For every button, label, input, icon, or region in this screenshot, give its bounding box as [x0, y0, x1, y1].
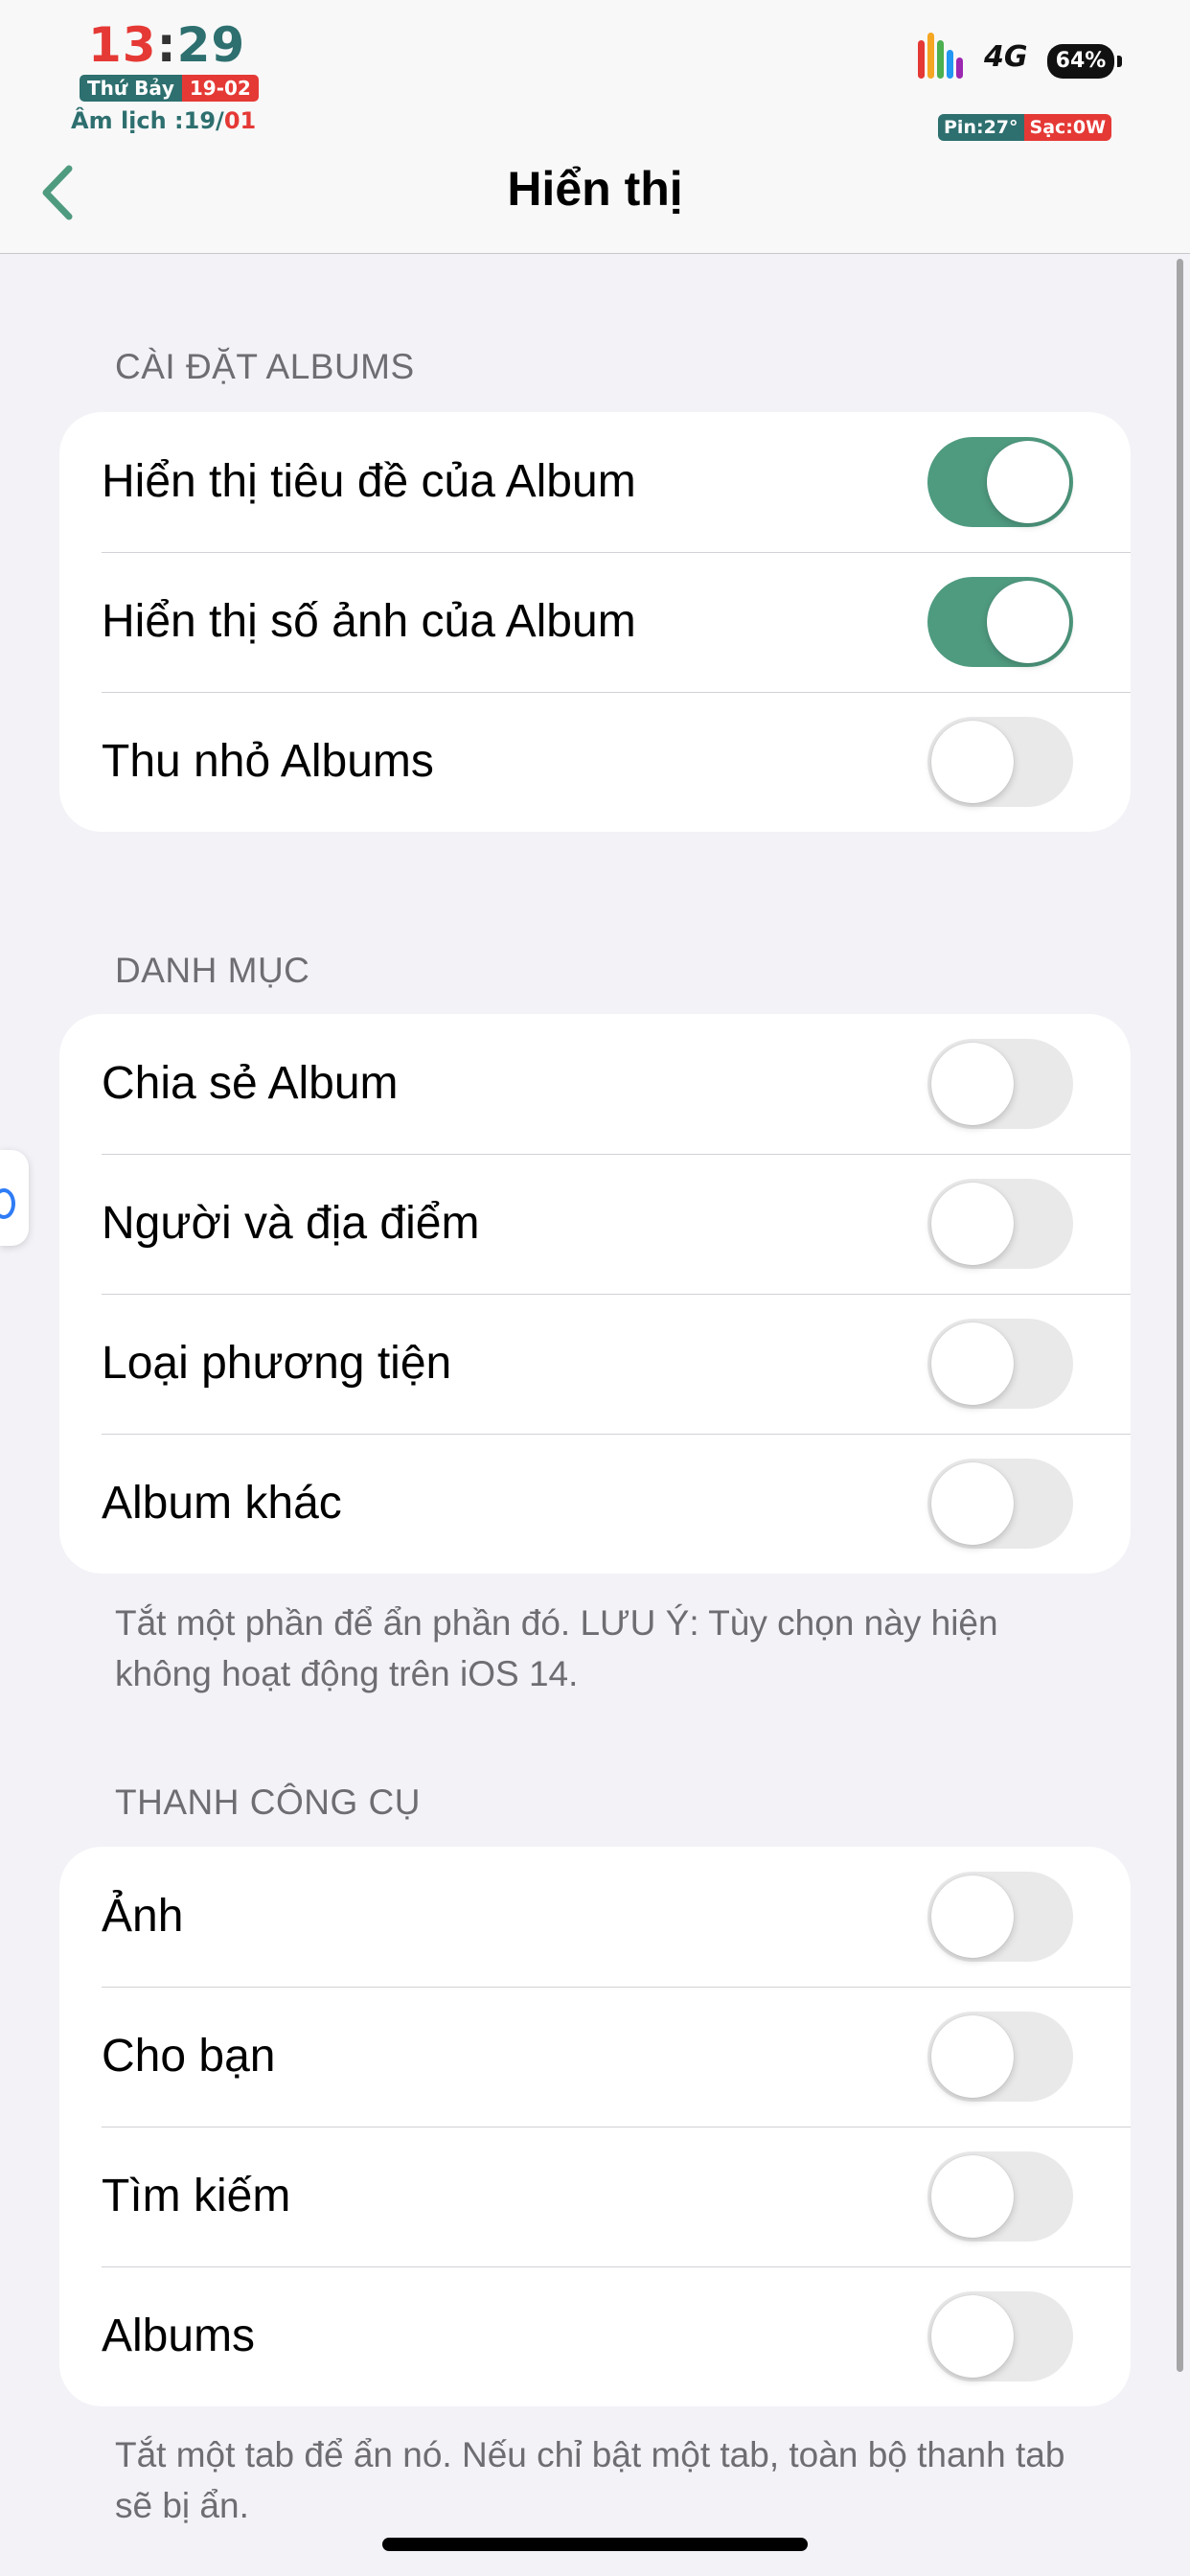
setting-row: Hiển thị tiêu đề của Album [59, 412, 1131, 552]
signal-bar [918, 40, 925, 79]
categories-footer-note: Tắt một phần để ẩn phần đó. LƯU Ý: Tùy c… [115, 1603, 998, 1693]
battery-temperature: Pin:27° [938, 114, 1024, 141]
signal-bar [937, 40, 944, 79]
clock: 13:29 [88, 17, 245, 73]
toggle-knob [931, 1183, 1014, 1265]
signal-bar [927, 33, 934, 79]
setting-label: Chia sẻ Album [102, 1058, 399, 1109]
scrollbar[interactable] [1177, 259, 1183, 2372]
section-header-categories: DANH MỤC [115, 951, 310, 990]
section-header-toolbar: THANH CÔNG CỤ [115, 1782, 421, 1822]
status-bar: 13:29 Thứ Bảy 19-02 Âm lịch :19/01 4G 64… [0, 0, 1190, 144]
setting-row: Loại phương tiện [59, 1294, 1131, 1434]
toggle-knob [987, 441, 1069, 523]
signal-bar [947, 50, 953, 79]
toggle-knob [931, 2295, 1014, 2378]
battery-info-badge: Pin:27° Sạc:0W [938, 114, 1112, 141]
weekday-label: Thứ Bảy [80, 75, 182, 102]
toggle-knob [931, 721, 1014, 803]
media-types-toggle[interactable] [927, 1319, 1073, 1409]
navigation-bar: Hiển thị [0, 144, 1190, 254]
lunar-label: Âm lịch :19/ [71, 107, 224, 134]
setting-label: Hiển thị tiêu đề của Album [102, 456, 636, 507]
assistive-touch-icon [0, 1188, 15, 1219]
battery-icon: 64% [1047, 44, 1122, 79]
setting-row: Cho bạn [59, 1987, 1131, 2127]
setting-row: Tìm kiếm [59, 2127, 1131, 2266]
setting-row: Ảnh [59, 1847, 1131, 1987]
setting-label: Tìm kiếm [102, 2171, 291, 2221]
clock-hour: 13 [88, 17, 157, 73]
signal-bar [956, 58, 963, 79]
charging-power: Sạc:0W [1023, 114, 1112, 141]
albums-tab-toggle[interactable] [927, 2291, 1073, 2381]
setting-label: Hiển thị số ảnh của Album [102, 596, 636, 647]
toggle-knob [931, 1322, 1014, 1405]
other-albums-toggle[interactable] [927, 1459, 1073, 1549]
toggle-knob [931, 1043, 1014, 1125]
categories-group: Chia sẻ Album Người và địa điểm Loại phư… [59, 1014, 1131, 1574]
page-title: Hiển thị [507, 162, 683, 216]
setting-row: Người và địa điểm [59, 1154, 1131, 1294]
show-album-count-toggle[interactable] [927, 577, 1073, 667]
lunar-month: 01 [223, 107, 257, 134]
setting-row: Albums [59, 2266, 1131, 2406]
clock-minute: 29 [176, 17, 246, 73]
shrink-albums-toggle[interactable] [927, 717, 1073, 807]
home-indicator[interactable] [382, 2538, 808, 2551]
search-tab-toggle[interactable] [927, 2151, 1073, 2242]
toggle-knob [931, 1875, 1014, 1958]
assistive-touch-button[interactable] [0, 1150, 29, 1246]
setting-label: Cho bạn [102, 2031, 276, 2082]
photos-tab-toggle[interactable] [927, 1872, 1073, 1962]
clock-separator: : [156, 17, 177, 73]
toolbar-footer-note: Tắt một tab để ẩn nó. Nếu chỉ bật một ta… [115, 2435, 1065, 2525]
network-type-label: 4G [984, 40, 1028, 74]
setting-row: Chia sẻ Album [59, 1014, 1131, 1154]
toggle-knob [931, 2155, 1014, 2238]
setting-label: Người và địa điểm [102, 1198, 480, 1249]
show-album-title-toggle[interactable] [927, 437, 1073, 527]
toggle-knob [931, 1462, 1014, 1545]
setting-label: Loại phương tiện [102, 1338, 452, 1389]
setting-row: Hiển thị số ảnh của Album [59, 552, 1131, 692]
toggle-knob [987, 581, 1069, 663]
setting-row: Album khác [59, 1434, 1131, 1574]
toggle-knob [931, 2015, 1014, 2098]
for-you-tab-toggle[interactable] [927, 2012, 1073, 2102]
setting-label: Ảnh [102, 1891, 184, 1942]
setting-label: Thu nhỏ Albums [102, 736, 434, 787]
album-settings-group: Hiển thị tiêu đề của Album Hiển thị số ả… [59, 412, 1131, 832]
setting-label: Albums [102, 2311, 256, 2361]
toolbar-group: Ảnh Cho bạn Tìm kiếm Albums [59, 1847, 1131, 2406]
lunar-date: Âm lịch :19/01 [71, 107, 256, 134]
signal-strength-icon [918, 33, 966, 79]
shared-albums-toggle[interactable] [927, 1039, 1073, 1129]
date-badge: Thứ Bảy 19-02 [80, 75, 259, 102]
setting-row: Thu nhỏ Albums [59, 692, 1131, 832]
people-places-toggle[interactable] [927, 1179, 1073, 1269]
date-label: 19-02 [181, 75, 259, 102]
setting-label: Album khác [102, 1478, 342, 1529]
section-header-album-settings: CÀI ĐẶT ALBUMS [115, 347, 415, 386]
